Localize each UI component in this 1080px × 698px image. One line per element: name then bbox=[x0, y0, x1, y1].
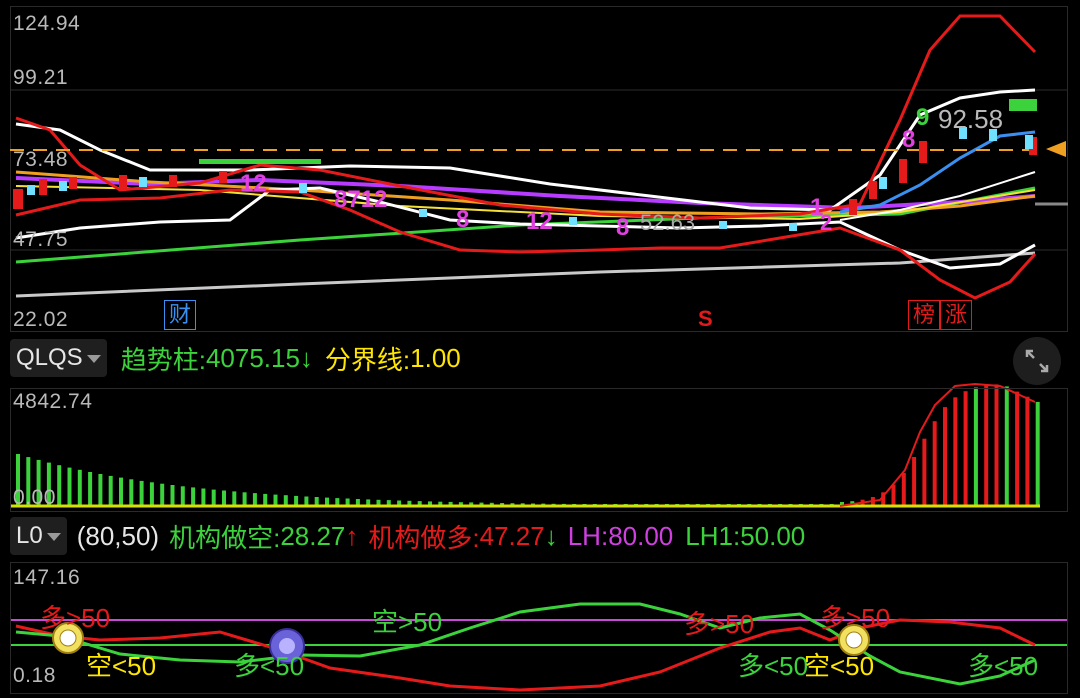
indicator-selector-qlqs[interactable]: QLQS bbox=[10, 339, 107, 377]
l0-y-min: 0.18 bbox=[13, 664, 56, 687]
trend-label: 趋势柱: bbox=[120, 344, 206, 375]
signal-annotation: 空<50 bbox=[86, 651, 157, 681]
short-arrow-icon: ↑ bbox=[345, 520, 359, 551]
long-arrow-icon: ↓ bbox=[544, 520, 558, 551]
signal-annotation: 多>50 bbox=[684, 609, 755, 639]
short-label: 机构做空: bbox=[169, 522, 281, 553]
y-label-top: 124.94 bbox=[13, 12, 81, 35]
signal-annotation: 多>50 bbox=[820, 603, 891, 633]
s-marker[interactable]: S bbox=[698, 306, 713, 332]
qlqs-y-min: 0.00 bbox=[13, 486, 56, 509]
current-price-marker bbox=[1046, 141, 1066, 157]
l0-y-max: 147.16 bbox=[13, 566, 81, 589]
lh-value: 80.00 bbox=[608, 520, 674, 551]
lh1-value: 50.00 bbox=[740, 520, 806, 551]
signal-annotation: 空>50 bbox=[372, 607, 443, 637]
count-label: 12 bbox=[240, 170, 267, 197]
signal-annotation: 多<50 bbox=[234, 651, 305, 681]
count-label: 9 bbox=[916, 104, 930, 131]
chevron-down-icon bbox=[46, 533, 61, 541]
y-label-4: 47.75 bbox=[13, 228, 69, 251]
signal-annotation: 多<50 bbox=[968, 651, 1039, 681]
count-label: 2 bbox=[820, 210, 833, 235]
y-label-bottom: 22.02 bbox=[13, 308, 69, 331]
boundary-value: 1.00 bbox=[410, 342, 461, 373]
qlqs-y-max: 4842.74 bbox=[13, 390, 93, 413]
signal-annotation: 多<50 bbox=[738, 651, 809, 681]
trend-arrow-icon: ↓ bbox=[299, 342, 313, 373]
lh-label: LH: bbox=[567, 520, 609, 551]
long-label: 机构做多: bbox=[368, 522, 480, 553]
count-label: 8 bbox=[456, 206, 470, 233]
rank-marker[interactable]: 榜 bbox=[908, 300, 940, 330]
lh1-label: LH1: bbox=[685, 520, 741, 551]
chevron-down-icon bbox=[86, 355, 101, 363]
y-label-3: 73.48 bbox=[13, 148, 69, 171]
indicator-name: L0 bbox=[16, 522, 43, 549]
indicator-selector-l0[interactable]: L0 bbox=[10, 517, 67, 555]
price-label-low: 52.63 bbox=[640, 210, 696, 235]
expand-icon[interactable] bbox=[1013, 337, 1061, 385]
trend-value: 4075.15 bbox=[205, 342, 300, 373]
l0-header: L0 (80,50) 机构做空: 28.27 ↑ 机构做多: 47.27 ↓ L… bbox=[10, 517, 806, 555]
count-label: 8 bbox=[616, 214, 630, 241]
boundary-label: 分界线: bbox=[324, 344, 411, 375]
qlqs-header: QLQS 趋势柱: 4075.15 ↓ 分界线: 1.00 bbox=[10, 339, 461, 377]
finance-marker[interactable]: 财 bbox=[164, 300, 196, 330]
count-label: 12 bbox=[526, 208, 553, 235]
signal-annotation: 多>50 bbox=[40, 603, 111, 633]
count-label: 8712 bbox=[334, 186, 388, 213]
y-label-2: 99.21 bbox=[13, 66, 69, 89]
price-label-high: 92.58 bbox=[938, 104, 1004, 134]
indicator-name: QLQS bbox=[16, 344, 83, 371]
ma-gray-line bbox=[15, 251, 1036, 298]
l0-panel[interactable] bbox=[10, 562, 1068, 694]
signal-annotation: 空<50 bbox=[804, 651, 875, 681]
qlqs-panel[interactable] bbox=[10, 388, 1068, 512]
rise-marker[interactable]: 涨 bbox=[940, 300, 972, 330]
short-value: 28.27 bbox=[280, 520, 346, 551]
l0-params: (80,50) bbox=[76, 520, 160, 551]
long-value: 47.27 bbox=[479, 520, 545, 551]
count-label: 8 bbox=[902, 126, 916, 153]
